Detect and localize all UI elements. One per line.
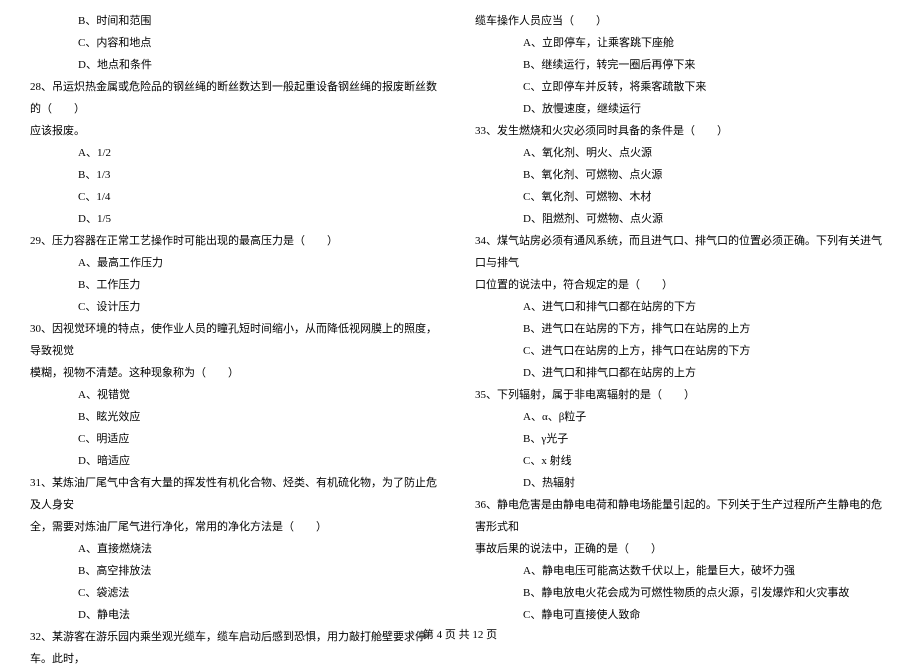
q32-cont: 缆车操作人员应当（ ） [475,10,890,32]
q36-cont: 事故后果的说法中，正确的是（ ） [475,538,890,560]
q28-opt-a: A、1/2 [30,142,445,164]
q36-opt-b: B、静电放电火花会成为可燃性物质的点火源，引发爆炸和火灾事故 [475,582,890,604]
q28-opt-b: B、1/3 [30,164,445,186]
q28-cont: 应该报废。 [30,120,445,142]
q36-opt-c: C、静电可直接使人致命 [475,604,890,626]
q34-opt-a: A、进气口和排气口都在站房的下方 [475,296,890,318]
q29-opt-a: A、最高工作压力 [30,252,445,274]
q31-text: 31、某炼油厂尾气中含有大量的挥发性有机化合物、烃类、有机硫化物，为了防止危及人… [30,472,445,516]
q33-text: 33、发生燃烧和火灾必须同时具备的条件是（ ） [475,120,890,142]
q36-text: 36、静电危害是由静电电荷和静电场能量引起的。下列关于生产过程所产生静电的危害形… [475,494,890,538]
q36-opt-a: A、静电电压可能高达数千伏以上，能量巨大，破坏力强 [475,560,890,582]
q35-opt-c: C、x 射线 [475,450,890,472]
q30-cont: 模糊，视物不清楚。这种现象称为（ ） [30,362,445,384]
right-column: 缆车操作人员应当（ ） A、立即停车，让乘客跳下座舱 B、继续运行，转完一圈后再… [475,10,890,590]
q31-opt-b: B、高空排放法 [30,560,445,582]
q34-opt-b: B、进气口在站房的下方，排气口在站房的上方 [475,318,890,340]
q31-opt-d: D、静电法 [30,604,445,626]
page-footer: 第 4 页 共 12 页 [0,626,920,642]
q27-opt-b: B、时间和范围 [30,10,445,32]
q35-text: 35、下列辐射，属于非电离辐射的是（ ） [475,384,890,406]
q27-opt-d: D、地点和条件 [30,54,445,76]
q30-text: 30、因视觉环境的特点，使作业人员的瞳孔短时间缩小，从而降低视网膜上的照度，导致… [30,318,445,362]
q32-opt-a: A、立即停车，让乘客跳下座舱 [475,32,890,54]
q30-opt-a: A、视错觉 [30,384,445,406]
q28-text: 28、吊运炽热金属或危险品的钢丝绳的断丝数达到一般起重设备钢丝绳的报废断丝数的（… [30,76,445,120]
q34-cont: 口位置的说法中，符合规定的是（ ） [475,274,890,296]
q30-opt-c: C、明适应 [30,428,445,450]
q27-opt-c: C、内容和地点 [30,32,445,54]
q35-opt-d: D、热辐射 [475,472,890,494]
q31-opt-a: A、直接燃烧法 [30,538,445,560]
q35-opt-a: A、α、β粒子 [475,406,890,428]
q30-opt-b: B、眩光效应 [30,406,445,428]
q34-opt-c: C、进气口在站房的上方，排气口在站房的下方 [475,340,890,362]
q33-opt-c: C、氧化剂、可燃物、木材 [475,186,890,208]
q28-opt-d: D、1/5 [30,208,445,230]
q30-opt-d: D、暗适应 [30,450,445,472]
q33-opt-a: A、氧化剂、明火、点火源 [475,142,890,164]
q32-opt-b: B、继续运行，转完一圈后再停下来 [475,54,890,76]
q33-opt-b: B、氧化剂、可燃物、点火源 [475,164,890,186]
q29-opt-c: C、设计压力 [30,296,445,318]
q33-opt-d: D、阻燃剂、可燃物、点火源 [475,208,890,230]
q29-opt-b: B、工作压力 [30,274,445,296]
q34-opt-d: D、进气口和排气口都在站房的上方 [475,362,890,384]
q31-opt-c: C、袋滤法 [30,582,445,604]
q32-opt-d: D、放慢速度，继续运行 [475,98,890,120]
q32-opt-c: C、立即停车并反转，将乘客疏散下来 [475,76,890,98]
q35-opt-b: B、γ光子 [475,428,890,450]
q34-text: 34、煤气站房必须有通风系统，而且进气口、排气口的位置必须正确。下列有关进气口与… [475,230,890,274]
q28-opt-c: C、1/4 [30,186,445,208]
left-column: B、时间和范围 C、内容和地点 D、地点和条件 28、吊运炽热金属或危险品的钢丝… [30,10,445,590]
q29-text: 29、压力容器在正常工艺操作时可能出现的最高压力是（ ） [30,230,445,252]
q31-cont: 全，需要对炼油厂尾气进行净化，常用的净化方法是（ ） [30,516,445,538]
